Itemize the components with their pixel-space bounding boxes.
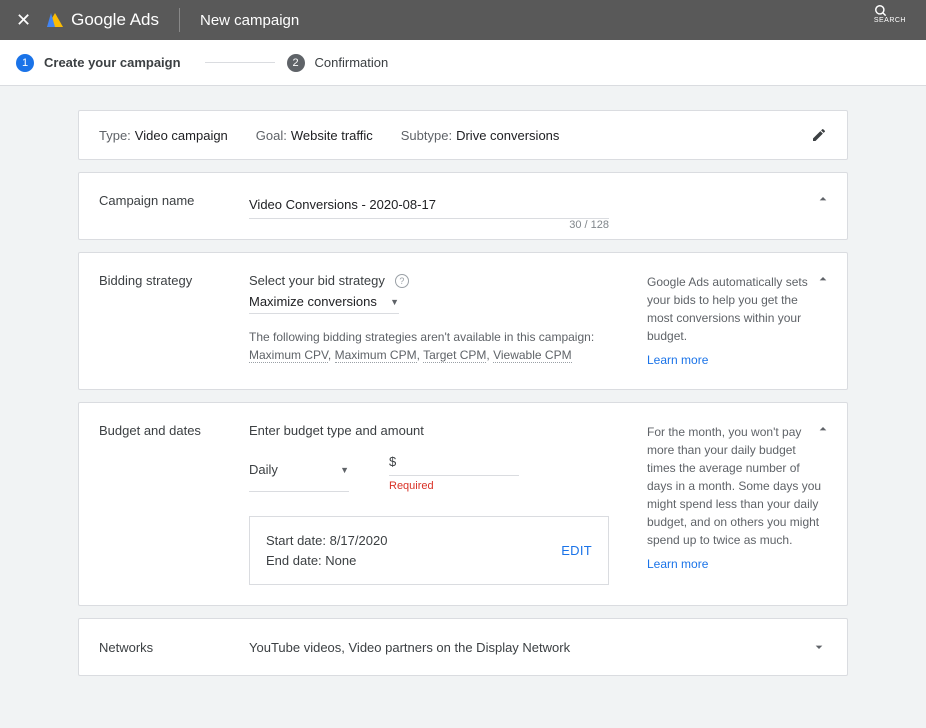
campaign-name-card: Campaign name 30 / 128 — [78, 172, 848, 240]
step-label: Confirmation — [315, 55, 389, 70]
subtype-value: Drive conversions — [456, 128, 559, 143]
type-value: Video campaign — [135, 128, 228, 143]
unavailable-strategies-note: The following bidding strategies aren't … — [249, 328, 619, 364]
bidding-learn-more-link[interactable]: Learn more — [647, 351, 708, 369]
content-area: Type: Video campaign Goal: Website traff… — [0, 86, 926, 728]
budget-help-text: For the month, you won't pay more than y… — [647, 423, 827, 549]
budget-type-value: Daily — [249, 462, 278, 477]
end-date-line: End date: None — [266, 551, 387, 571]
campaign-summary-card: Type: Video campaign Goal: Website traff… — [78, 110, 848, 160]
step-number: 2 — [287, 54, 305, 72]
page-title: New campaign — [200, 12, 299, 29]
networks-card[interactable]: Networks YouTube videos, Video partners … — [78, 618, 848, 676]
budget-dates-card: Budget and dates Enter budget type and a… — [78, 402, 848, 606]
bid-strategy-label: Select your bid strategy — [249, 273, 385, 288]
strategy-target-cpm: Target CPM — [423, 348, 486, 363]
brand-name: Google Ads — [71, 10, 159, 30]
start-date-line: Start date: 8/17/2020 — [266, 531, 387, 551]
chevron-up-icon — [815, 191, 831, 207]
edit-summary-button[interactable] — [811, 127, 827, 143]
char-counter: 30 / 128 — [569, 219, 609, 231]
step-label: Create your campaign — [44, 55, 181, 70]
step-create-campaign[interactable]: 1 Create your campaign — [16, 54, 181, 72]
step-number: 1 — [16, 54, 34, 72]
budget-prompt: Enter budget type and amount — [249, 423, 627, 438]
section-title: Campaign name — [99, 193, 249, 219]
strategy-max-cpm: Maximum CPM — [335, 348, 417, 363]
campaign-name-input[interactable] — [249, 193, 609, 219]
section-title: Bidding strategy — [99, 273, 249, 369]
pencil-icon — [811, 127, 827, 143]
goal-label: Goal: — [256, 128, 287, 143]
header-divider — [179, 8, 180, 32]
step-connector — [205, 62, 275, 63]
strategy-max-cpv: Maximum CPV — [249, 348, 328, 363]
budget-type-select[interactable]: Daily ▼ — [249, 450, 349, 492]
chevron-down-icon — [811, 639, 827, 655]
edit-dates-button[interactable]: EDIT — [561, 543, 592, 558]
budget-learn-more-link[interactable]: Learn more — [647, 555, 708, 573]
budget-amount-input[interactable] — [389, 450, 519, 476]
goal-value: Website traffic — [291, 128, 373, 143]
subtype-label: Subtype: — [401, 128, 452, 143]
expand-button[interactable] — [811, 639, 827, 655]
google-ads-logo-icon — [47, 13, 63, 27]
section-title: Networks — [99, 640, 249, 655]
strategy-viewable-cpm: Viewable CPM — [493, 348, 571, 363]
section-title: Budget and dates — [99, 423, 249, 585]
search-icon — [874, 4, 906, 18]
bidding-help-text: Google Ads automatically sets your bids … — [647, 273, 827, 345]
app-header: ✕ Google Ads New campaign SEARCH — [0, 0, 926, 40]
steps-bar: 1 Create your campaign 2 Confirmation — [0, 40, 926, 86]
dropdown-triangle-icon: ▼ — [340, 465, 349, 475]
close-icon[interactable]: ✕ — [16, 10, 31, 31]
chevron-up-icon — [815, 421, 831, 437]
type-label: Type: — [99, 128, 131, 143]
dropdown-triangle-icon: ▼ — [390, 297, 399, 307]
bid-strategy-select[interactable]: Maximize conversions ▼ — [249, 294, 399, 314]
help-icon[interactable]: ? — [395, 274, 409, 288]
required-label: Required — [389, 480, 519, 492]
bidding-strategy-card: Bidding strategy Select your bid strateg… — [78, 252, 848, 390]
chevron-up-icon — [815, 271, 831, 287]
search-button[interactable]: SEARCH — [874, 4, 906, 24]
bid-strategy-value: Maximize conversions — [249, 294, 377, 309]
search-label: SEARCH — [874, 17, 906, 24]
collapse-button[interactable] — [815, 421, 831, 437]
networks-value: YouTube videos, Video partners on the Di… — [249, 640, 570, 655]
collapse-button[interactable] — [815, 191, 831, 207]
step-confirmation[interactable]: 2 Confirmation — [287, 54, 389, 72]
collapse-button[interactable] — [815, 271, 831, 287]
dates-box: Start date: 8/17/2020 End date: None EDI… — [249, 516, 609, 585]
